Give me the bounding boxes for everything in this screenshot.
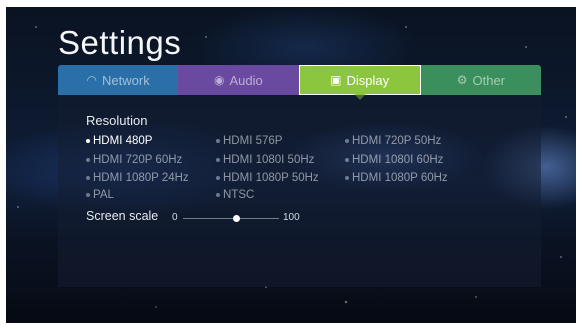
radio-dot	[345, 139, 349, 143]
tab-label: Audio	[229, 72, 263, 88]
tab-label: Other	[472, 72, 506, 88]
resolution-option-hdmi-1080i-50hz[interactable]: HDMI 1080I 50Hz	[216, 154, 314, 166]
resolution-option-hdmi-1080p-50hz[interactable]: HDMI 1080P 50Hz	[216, 172, 319, 184]
resolution-option-hdmi-576p[interactable]: HDMI 576P	[216, 135, 282, 147]
radio-dot	[216, 193, 220, 197]
screen-scale-max: 100	[283, 212, 300, 223]
tab-label: Display	[346, 72, 390, 88]
screen-scale-label: Screen scale	[86, 209, 159, 223]
tab-other[interactable]: ⚙ Other	[420, 65, 541, 95]
radio-dot	[86, 139, 90, 143]
play-square-icon: ▣	[330, 73, 342, 87]
bottom-shade	[6, 292, 576, 323]
resolution-option-hdmi-1080p-60hz[interactable]: HDMI 1080P 60Hz	[345, 172, 448, 184]
screen-scale-track[interactable]	[183, 218, 279, 219]
resolution-option-hdmi-720p-50hz[interactable]: HDMI 720P 50Hz	[345, 135, 441, 147]
wifi-icon: ◠	[86, 73, 98, 87]
page-title: Settings	[58, 24, 182, 61]
resolution-option-hdmi-1080i-60hz[interactable]: HDMI 1080I 60Hz	[345, 154, 443, 166]
resolution-option-ntsc[interactable]: NTSC	[216, 189, 254, 201]
resolution-option-pal[interactable]: PAL	[86, 189, 114, 201]
resolution-label: Resolution	[86, 113, 148, 128]
radio-dot	[86, 193, 90, 197]
tab-network[interactable]: ◠ Network	[58, 65, 179, 95]
settings-tabs: ◠ Network ◉ Audio ▣ Display ⚙ Other	[58, 65, 541, 100]
radio-dot	[86, 176, 90, 180]
tab-label: Network	[102, 72, 150, 88]
screen-scale-thumb[interactable]	[232, 215, 240, 222]
display-panel: Resolution HDMI 480P HDMI 576P HDMI 720P…	[58, 95, 541, 287]
radio-dot	[216, 176, 220, 180]
radio-dot	[345, 158, 349, 162]
gear-icon: ⚙	[456, 73, 468, 87]
resolution-option-hdmi-1080p-24hz[interactable]: HDMI 1080P 24Hz	[86, 172, 189, 184]
tv-screen: Settings ◠ Network ◉ Audio ▣ Display ⚙ O…	[6, 7, 576, 323]
resolution-option-hdmi-720p-60hz[interactable]: HDMI 720P 60Hz	[86, 154, 182, 166]
speaker-icon: ◉	[214, 73, 225, 87]
radio-dot	[345, 176, 349, 180]
tab-display[interactable]: ▣ Display	[298, 65, 421, 100]
radio-dot	[86, 158, 90, 162]
tab-audio[interactable]: ◉ Audio	[178, 65, 299, 95]
radio-dot	[216, 158, 220, 162]
screen-scale-min: 0	[172, 212, 178, 223]
resolution-option-hdmi-480p[interactable]: HDMI 480P	[86, 135, 152, 147]
radio-dot	[216, 139, 220, 143]
